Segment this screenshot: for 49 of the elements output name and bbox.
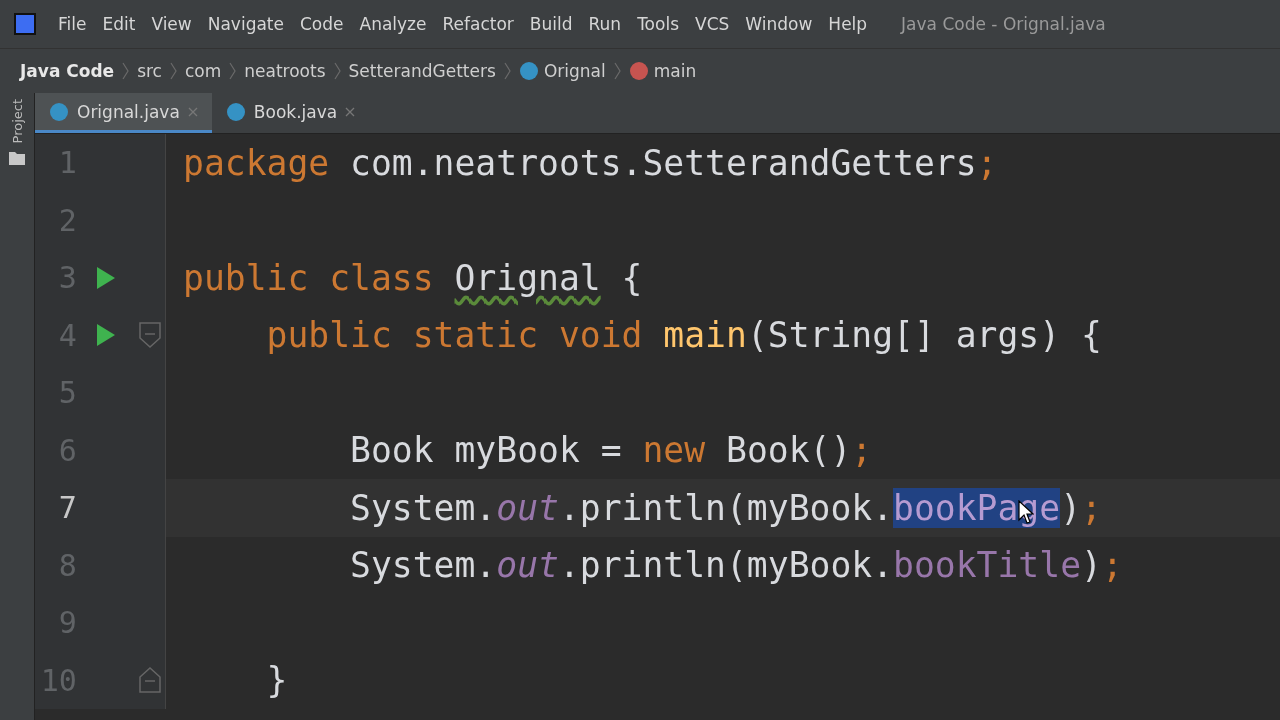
code-line: Book myBook = new Book(); <box>349 430 873 471</box>
class-icon <box>225 101 246 122</box>
class-icon <box>49 101 69 122</box>
breadcrumb-item[interactable]: com <box>184 61 222 81</box>
fold-icon[interactable] <box>138 322 161 349</box>
menu-item[interactable]: Build <box>521 14 581 34</box>
breadcrumb-item[interactable]: main <box>653 61 697 81</box>
app-logo-icon <box>14 13 36 35</box>
menu-item[interactable]: Edit <box>94 14 144 34</box>
menu-item[interactable]: Window <box>737 14 821 34</box>
fold-icon[interactable] <box>138 667 161 694</box>
close-icon[interactable] <box>187 106 198 117</box>
run-icon[interactable] <box>95 265 116 290</box>
menu-item[interactable]: Tools <box>629 14 687 34</box>
code-line: } <box>265 660 288 701</box>
menu-item[interactable]: Refactor <box>434 14 522 34</box>
code-line: public static void main(String[] args) { <box>265 315 1102 356</box>
folder-icon <box>9 151 25 166</box>
breadcrumb-item[interactable]: Java Code <box>20 61 115 81</box>
code-line: public class Orignal { <box>183 257 643 298</box>
menu-item[interactable]: Run <box>580 14 630 34</box>
chevron-right-icon <box>122 62 130 80</box>
menu-item[interactable]: VCS <box>687 14 738 34</box>
close-icon[interactable] <box>345 106 356 117</box>
chevron-right-icon <box>613 62 621 80</box>
chevron-right-icon <box>503 62 511 80</box>
menu-item[interactable]: Code <box>292 14 352 34</box>
menu-item[interactable]: View <box>143 14 200 34</box>
chevron-right-icon <box>229 62 237 80</box>
run-icon[interactable] <box>95 323 116 348</box>
line-number: 7 <box>57 490 77 526</box>
code-line: System.out.println(myBook.bookTitle); <box>349 545 1123 586</box>
menu-item[interactable]: Navigate <box>199 14 292 34</box>
window-title: Java Code - Orignal.java <box>901 14 1106 34</box>
chevron-right-icon <box>169 62 177 80</box>
project-tool-tab[interactable]: Project <box>9 99 25 144</box>
breadcrumb-item[interactable]: SetterandGetters <box>348 61 496 81</box>
code-line: package com.neatroots.SetterandGetters; <box>183 142 998 183</box>
chevron-right-icon <box>333 62 341 80</box>
method-icon <box>628 61 649 81</box>
menu-item[interactable]: File <box>50 14 95 34</box>
class-icon <box>518 61 539 81</box>
file-tab[interactable]: Book.java <box>211 93 370 133</box>
breadcrumb-item[interactable]: Orignal <box>543 61 606 81</box>
breadcrumb-item[interactable]: src <box>137 61 162 81</box>
file-tab[interactable]: Orignal.java <box>35 93 212 133</box>
menu-item[interactable]: Help <box>820 14 876 34</box>
menu-item[interactable]: Analyze <box>351 14 435 34</box>
breadcrumb-item[interactable]: neatroots <box>244 61 326 81</box>
